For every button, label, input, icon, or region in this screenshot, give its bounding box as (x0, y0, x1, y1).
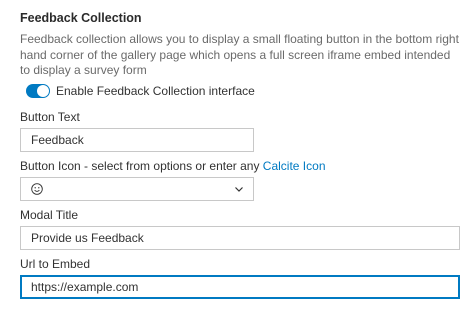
url-to-embed-input[interactable]: https://example.com (20, 275, 460, 299)
modal-title-input[interactable]: Provide us Feedback (20, 226, 460, 250)
enable-feedback-toggle-row[interactable]: Enable Feedback Collection interface (26, 82, 255, 100)
smiley-icon (31, 183, 43, 195)
button-icon-label: Button Icon - select from options or ent… (20, 159, 326, 173)
button-icon-label-text: Button Icon - select from options or ent… (20, 159, 263, 173)
toggle-knob (37, 85, 49, 97)
section-title: Feedback Collection (20, 11, 142, 25)
section-description: Feedback collection allows you to displa… (20, 32, 459, 77)
feedback-collection-panel: Feedback Collection Feedback collection … (0, 0, 474, 310)
button-icon-select[interactable] (20, 177, 254, 201)
url-to-embed-label: Url to Embed (20, 257, 91, 271)
button-text-label: Button Text (20, 110, 80, 124)
toggle-label: Enable Feedback Collection interface (56, 84, 255, 98)
calcite-icon-link[interactable]: Calcite Icon (263, 159, 326, 173)
enable-feedback-toggle[interactable] (26, 84, 50, 98)
button-text-input[interactable]: Feedback (20, 128, 254, 152)
chevron-down-icon (235, 187, 243, 192)
modal-title-label: Modal Title (20, 208, 79, 222)
